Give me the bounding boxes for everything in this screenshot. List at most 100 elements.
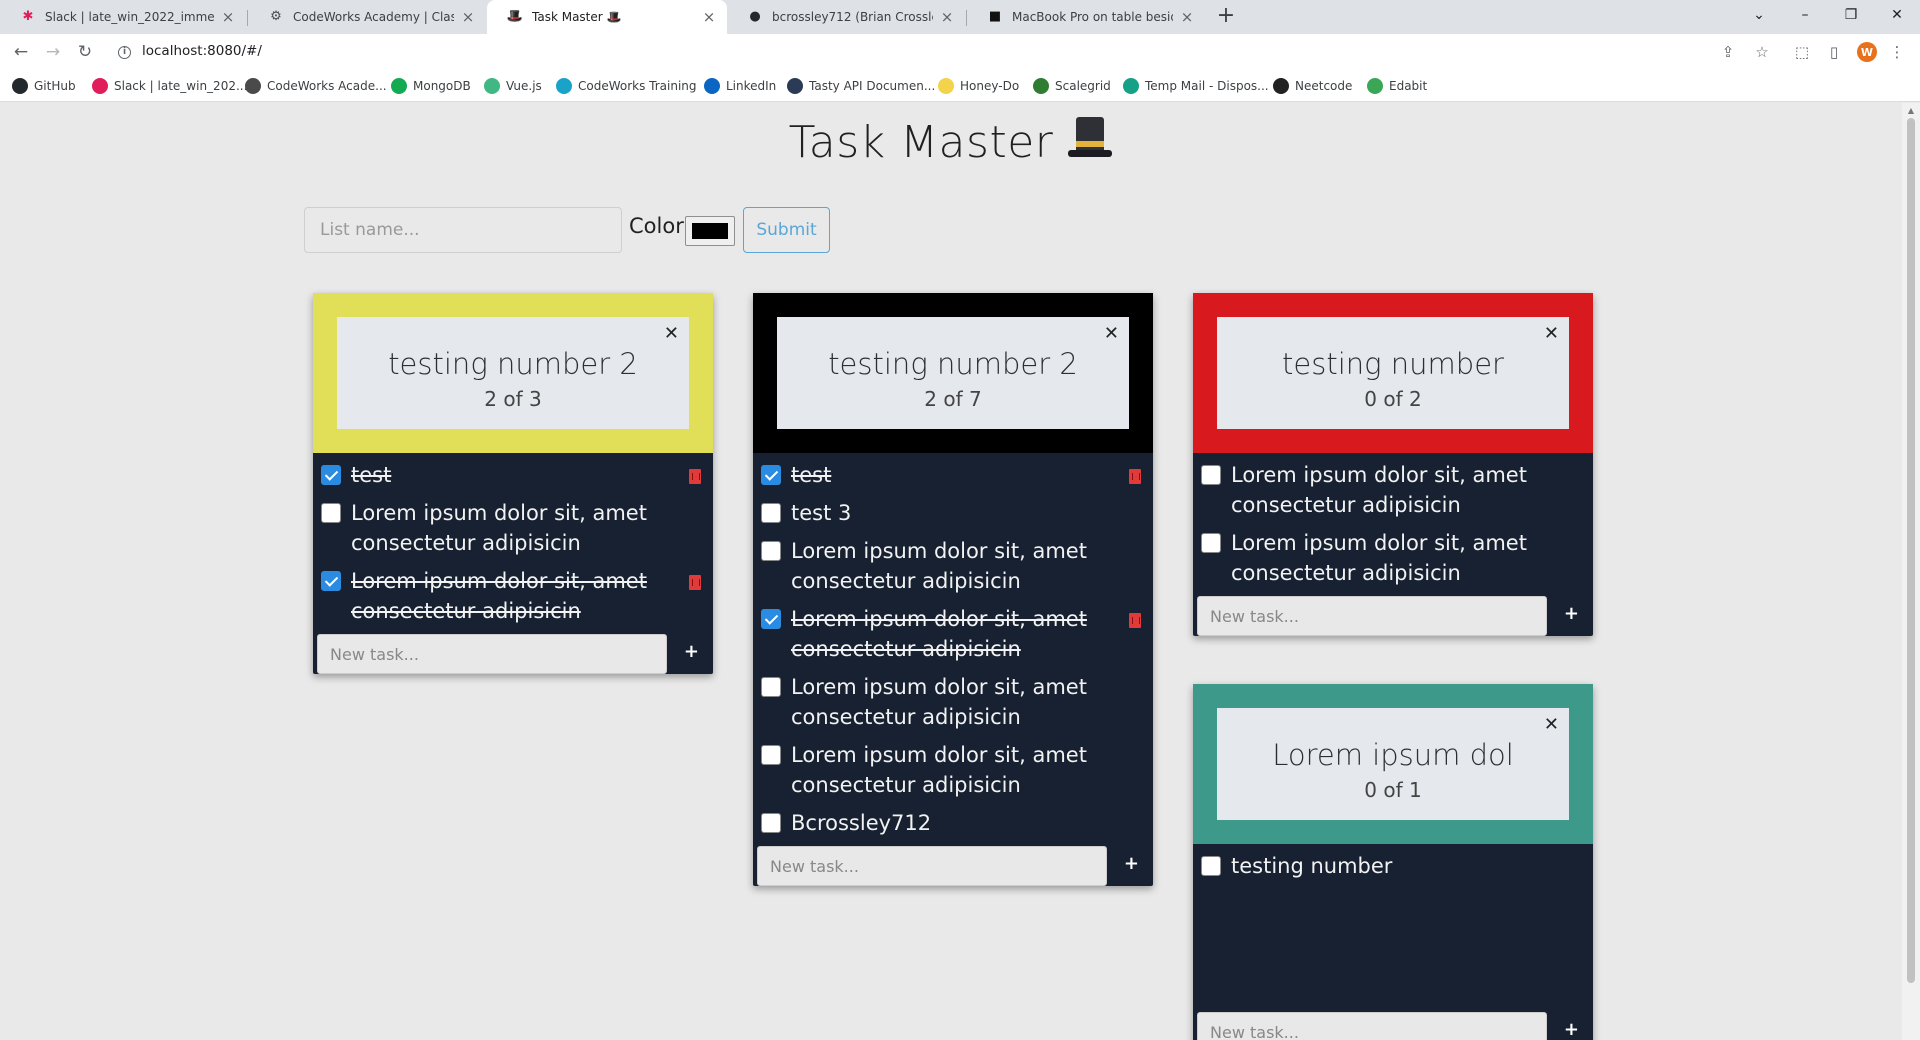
task-item: test	[313, 456, 713, 494]
new-task-form: +	[753, 842, 1153, 886]
task-item: test	[753, 456, 1153, 494]
codeworks-training-icon	[556, 78, 572, 94]
list-color-header: ✕ testing number 2 2 of 3	[313, 293, 713, 453]
task-checkbox[interactable]	[321, 503, 341, 523]
bookmark-item[interactable]: LinkedIn	[704, 76, 776, 96]
bookmark-item[interactable]: Neetcode	[1273, 76, 1352, 96]
task-checkbox[interactable]	[761, 745, 781, 765]
close-tab-icon[interactable]: ×	[1179, 8, 1195, 26]
bookmark-item[interactable]: Scalegrid	[1033, 76, 1111, 96]
delete-list-icon[interactable]: ✕	[664, 323, 679, 344]
task-checkbox[interactable]	[1201, 465, 1221, 485]
address-bar[interactable]: localhost:8080/#/	[142, 43, 262, 59]
task-item: Lorem ipsum dolor sit, amet consectetur …	[753, 600, 1153, 668]
task-checkbox[interactable]	[321, 571, 341, 591]
task-item: Lorem ipsum dolor sit, amet consectetur …	[1193, 524, 1593, 592]
new-task-input[interactable]	[1197, 596, 1547, 636]
site-info-icon[interactable]: i	[118, 46, 131, 59]
banana-icon	[938, 78, 954, 94]
task-checkbox[interactable]	[321, 465, 341, 485]
list-name: testing number 2	[388, 347, 638, 381]
task-list-card: ✕ Lorem ipsum dol 0 of 1 testing number +	[1193, 684, 1593, 1040]
task-checkbox[interactable]	[1201, 856, 1221, 876]
delete-task-trash-icon[interactable]	[1129, 613, 1141, 628]
delete-task-trash-icon[interactable]	[1129, 469, 1141, 484]
task-text: testing number	[1231, 854, 1393, 878]
bookmark-item[interactable]: CodeWorks Training	[556, 76, 697, 96]
close-tab-icon[interactable]: ×	[460, 8, 476, 26]
share-icon[interactable]: ⇪	[1718, 42, 1738, 62]
top-hat-icon: 🎩	[506, 9, 524, 24]
add-task-plus-icon[interactable]: +	[1124, 853, 1139, 874]
page-scrollbar[interactable]: ▲	[1902, 103, 1920, 1040]
delete-list-icon[interactable]: ✕	[1544, 323, 1559, 344]
close-tab-icon[interactable]: ×	[701, 8, 717, 26]
profile-avatar[interactable]: W	[1857, 42, 1877, 62]
close-tab-icon[interactable]: ×	[939, 8, 955, 26]
bookmark-item[interactable]: Slack | late_win_202...	[92, 76, 247, 96]
new-tab-button[interactable]: +	[1214, 5, 1238, 29]
add-task-plus-icon[interactable]: +	[1564, 1019, 1579, 1040]
bookmark-label: GitHub	[34, 79, 76, 93]
reload-icon[interactable]: ↻	[73, 40, 97, 64]
add-task-plus-icon[interactable]: +	[684, 641, 699, 662]
side-panel-icon[interactable]: ▯	[1824, 42, 1844, 62]
extensions-puzzle-icon[interactable]: ⬚	[1792, 42, 1812, 62]
task-text: Lorem ipsum dolor sit, amet consectetur …	[791, 743, 1087, 797]
browser-menu-icon[interactable]: ⋮	[1887, 42, 1907, 62]
minimize-button[interactable]: –	[1782, 0, 1828, 30]
close-window-button[interactable]: ✕	[1874, 0, 1920, 30]
list-name-input[interactable]	[304, 207, 622, 253]
bookmark-item[interactable]: Vue.js	[484, 76, 542, 96]
bookmark-label: Neetcode	[1295, 79, 1353, 93]
list-name: testing number 2	[828, 347, 1078, 381]
tab-search-chevron-icon[interactable]: ⌄	[1736, 0, 1782, 30]
bookmark-item[interactable]: Temp Mail - Dispos...	[1123, 76, 1269, 96]
back-arrow-icon[interactable]: ←	[9, 40, 33, 64]
bookmark-item[interactable]: Honey-Do	[938, 76, 1019, 96]
restore-button[interactable]: ❐	[1828, 0, 1874, 30]
delete-list-icon[interactable]: ✕	[1104, 323, 1119, 344]
browser-tab-github[interactable]: ● bcrossley712 (Brian Crossley) ×	[727, 0, 965, 34]
bookmark-item[interactable]: Edabit	[1367, 76, 1427, 96]
task-list: test Lorem ipsum dolor sit, amet consecte…	[313, 453, 713, 630]
task-checkbox[interactable]	[761, 503, 781, 523]
new-task-input[interactable]	[1197, 1012, 1547, 1040]
close-tab-icon[interactable]: ×	[220, 8, 236, 26]
forward-arrow-icon[interactable]: →	[41, 40, 65, 64]
task-checkbox[interactable]	[761, 609, 781, 629]
browser-tab-slack[interactable]: ✱ Slack | late_win_2022_immersive ×	[0, 0, 246, 34]
list-progress-count: 0 of 2	[1364, 387, 1422, 411]
task-checkbox[interactable]	[761, 541, 781, 561]
browser-tab-task-master[interactable]: 🎩 Task Master 🎩 ×	[487, 0, 727, 34]
bookmark-item[interactable]: GitHub	[12, 76, 76, 96]
new-task-input[interactable]	[757, 846, 1107, 886]
bookmark-item[interactable]: Tasty API Documen...	[787, 76, 935, 96]
browser-tab-unsplash[interactable]: ■ MacBook Pro on table beside wh ×	[967, 0, 1205, 34]
task-checkbox[interactable]	[761, 813, 781, 833]
bookmark-item[interactable]: CodeWorks Acade...	[245, 76, 387, 96]
delete-task-trash-icon[interactable]	[689, 575, 701, 590]
task-list: testing number	[1193, 844, 1593, 885]
task-item: Bcrossley712	[753, 804, 1153, 842]
new-task-input[interactable]	[317, 634, 667, 674]
delete-list-icon[interactable]: ✕	[1544, 714, 1559, 735]
bookmark-star-icon[interactable]: ☆	[1752, 42, 1772, 62]
bookmark-item[interactable]: MongoDB	[391, 76, 471, 96]
color-picker[interactable]	[685, 216, 735, 246]
scrollbar-thumb[interactable]	[1907, 118, 1915, 983]
task-checkbox[interactable]	[1201, 533, 1221, 553]
list-progress-count: 0 of 1	[1364, 778, 1422, 802]
add-task-plus-icon[interactable]: +	[1564, 603, 1579, 624]
task-checkbox[interactable]	[761, 677, 781, 697]
task-text: Lorem ipsum dolor sit, amet consectetur …	[791, 539, 1087, 593]
delete-task-trash-icon[interactable]	[689, 469, 701, 484]
task-text: test 3	[791, 501, 852, 525]
bookmark-label: Slack | late_win_202...	[114, 79, 248, 93]
list-name: testing number	[1282, 347, 1504, 381]
browser-tab-codeworks[interactable]: ⚙ CodeWorks Academy | Classroom ×	[248, 0, 486, 34]
submit-button[interactable]: Submit	[743, 207, 830, 253]
scroll-up-arrow-icon[interactable]: ▲	[1907, 107, 1915, 115]
task-checkbox[interactable]	[761, 465, 781, 485]
bookmark-label: Tasty API Documen...	[809, 79, 936, 93]
